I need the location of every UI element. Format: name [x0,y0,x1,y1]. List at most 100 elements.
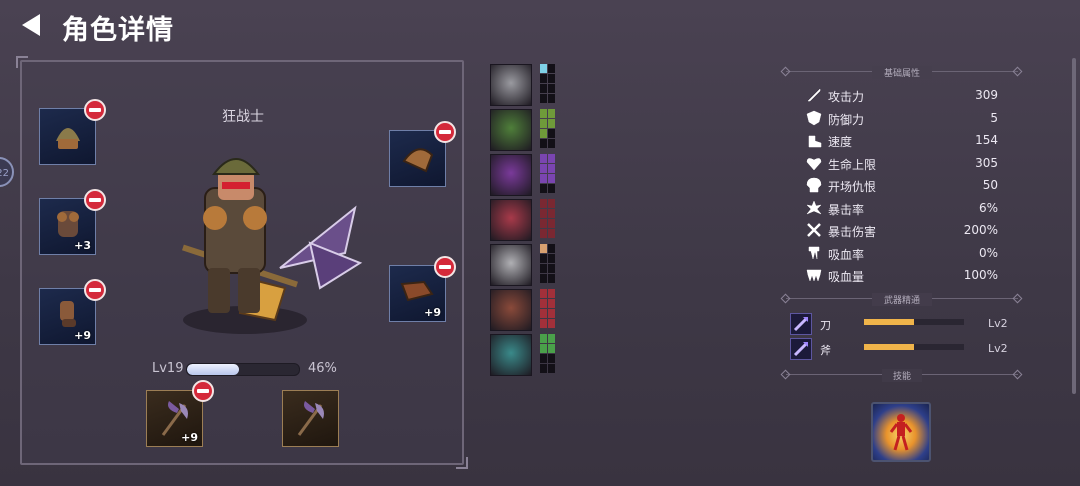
rarity-pip [548,229,555,238]
skull-icon [806,177,822,193]
stat-row: 速度 154 [806,130,1006,152]
rarity-pip [548,199,555,208]
divider-diamond-icon [1012,293,1023,304]
rarity-pip [540,254,547,263]
rarity-pip [540,109,547,118]
shield-icon [806,110,822,125]
rarity-pip [548,264,555,273]
mastery-progress-fill [864,344,914,350]
divider-diamond-icon [780,293,791,304]
remove-pauldron-button[interactable] [434,121,456,143]
remove-main-weapon-button[interactable] [192,380,214,402]
main-weapon-level: +9 [181,431,198,444]
divider-diamond-icon [780,66,791,77]
rarity-pip [548,244,555,253]
remove-helmet-button[interactable] [84,99,106,121]
rarity-pip [540,84,547,93]
rarity-pip [540,154,547,163]
scrollbar[interactable] [1072,58,1076,394]
rarity-pips [540,64,556,106]
mastery-row: 刀 Lv2 [790,313,1020,335]
stat-label: 暴击伤害 [828,225,877,239]
rarity-pips [540,334,556,376]
stat-label: 速度 [828,135,853,149]
rarity-pip [548,309,555,318]
remove-gloves-button[interactable] [84,279,106,301]
jester-portrait-icon[interactable] [490,334,532,376]
rarity-pip [548,354,555,363]
rarity-pip [540,264,547,273]
xp-progress-bar [186,363,300,376]
rarity-pip [548,174,555,183]
stat-value: 6% [978,200,998,215]
rarity-pip [540,289,547,298]
gloves-level: +9 [74,329,91,342]
divider-diamond-icon [1012,369,1023,380]
remove-chest-button[interactable] [84,189,106,211]
back-arrow-icon[interactable] [22,14,40,36]
stat-row: 暴击率 6% [806,198,1006,220]
stat-label: 吸血量 [828,270,865,284]
blade-icon [790,313,812,335]
rarity-pip [548,344,555,353]
rarity-pip [540,219,547,228]
stat-label: 吸血率 [828,247,865,262]
mastery-level: Lv2 [988,317,1008,330]
boot-speed-icon [808,135,822,148]
mastery-label: 斧 [820,344,831,357]
rarity-pip [548,364,555,373]
rarity-pip [548,119,555,128]
rarity-pip [548,274,555,283]
axe-icon [297,401,324,436]
rarity-pip [540,139,547,148]
axe-icon [790,338,812,360]
skill-slot[interactable] [871,402,931,462]
rarity-pips [540,244,556,286]
rarity-pip [540,244,547,253]
page-title: 角色详情 [62,15,174,46]
class-name: 狂战士 [222,109,264,125]
red-maw-portrait-icon[interactable] [490,199,532,241]
stat-label: 防御力 [828,112,865,127]
rarity-pip [548,334,555,343]
stat-value: 5 [990,110,998,125]
sword-icon [807,88,821,102]
off-weapon-slot[interactable] [282,390,339,447]
purple-orbs-portrait-icon[interactable] [490,154,532,196]
stat-value: 100% [963,268,998,282]
rarity-pip [540,334,547,343]
gray-beast-portrait-icon[interactable] [490,64,532,106]
rarity-pips [540,289,556,331]
stat-label: 开场仇恨 [828,180,877,194]
rarity-pip [548,319,555,328]
mastery-progress-bar [864,319,964,325]
side-tab-button[interactable]: 22 [0,157,14,187]
remove-boots-button[interactable] [434,256,456,278]
crit-burst-icon [806,199,822,214]
stat-row: 生命上限 305 [806,153,1006,175]
stat-value: 200% [963,223,998,237]
rarity-pip [548,109,555,118]
helmet-icon [56,128,80,149]
boots-level: +9 [424,306,441,319]
hunter-portrait-icon[interactable] [490,289,532,331]
berserker-character-sprite [182,158,363,334]
rarity-pip [540,354,547,363]
silver-orb-portrait-icon[interactable] [490,244,532,286]
stat-label: 攻击力 [828,90,865,104]
mastery-label: 刀 [820,319,831,332]
rarity-pip [548,209,555,218]
rarity-pip [540,309,547,318]
stat-label: 生命上限 [828,157,877,172]
mastery-row: 斧 Lv2 [790,338,1020,360]
rarity-pip [540,164,547,173]
rarity-pip [548,64,555,73]
character-level: Lv19 [152,361,184,376]
green-viking-portrait-icon[interactable] [490,109,532,151]
rarity-pip [548,164,555,173]
rarity-pips [540,199,556,241]
stat-value: 309 [975,88,998,102]
rarity-pip [548,184,555,193]
stat-row: 开场仇恨 50 [806,175,1006,197]
stat-value: 305 [975,155,998,170]
